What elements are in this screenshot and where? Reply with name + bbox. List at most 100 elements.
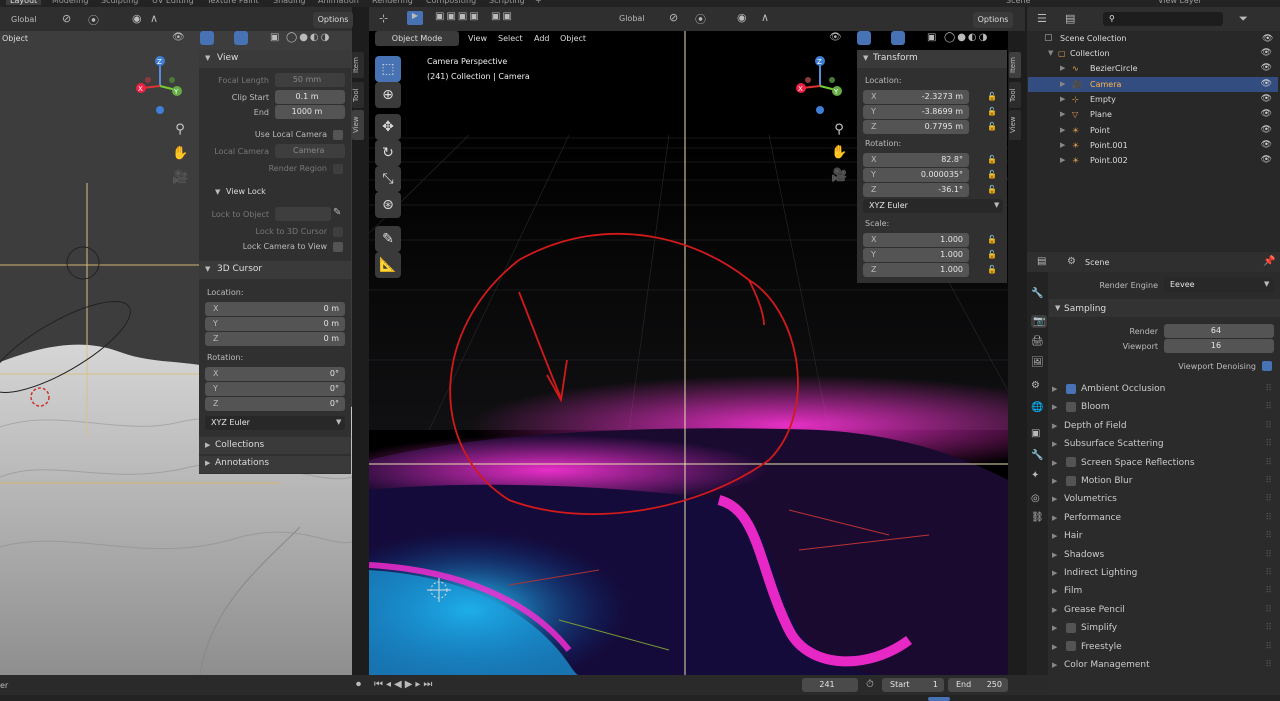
visibility-eye-icon[interactable]: 👁: [1261, 138, 1272, 153]
viewport-denoising-checkbox[interactable]: [1262, 361, 1272, 371]
rotation-y-field[interactable]: Y 0.000035°: [863, 168, 969, 182]
drag-handle-icon[interactable]: ⠿: [1265, 435, 1272, 453]
workspace-tab[interactable]: Texture Paint: [207, 0, 259, 5]
lock-to-object-field[interactable]: [275, 207, 331, 221]
scale-tool-icon[interactable]: ⤡: [375, 166, 401, 192]
panel-grease-pencil[interactable]: ▶ Grease Pencil ⠿: [1052, 601, 1278, 619]
panel-freestyle[interactable]: ▶ Freestyle ⠿: [1052, 638, 1278, 656]
menu-select[interactable]: Select: [498, 34, 523, 43]
panel-ambient-occlusion[interactable]: ▶ Ambient Occlusion ⠿: [1052, 380, 1278, 398]
outliner-row-point-001[interactable]: ▶ ☀ Point.001 👁: [1028, 138, 1278, 153]
rotate-tool-icon[interactable]: ↻: [375, 140, 401, 166]
workspace-tab[interactable]: Modeling: [52, 0, 88, 5]
orientation-dropdown[interactable]: Global: [11, 15, 37, 24]
pin-icon[interactable]: 📌: [1263, 256, 1275, 267]
panel-enable-checkbox[interactable]: [1066, 622, 1076, 633]
zoom-icon[interactable]: ⚲: [831, 122, 847, 137]
cursor-rotation-mode-dropdown[interactable]: XYZ Euler: [205, 416, 345, 430]
panel-screen-space-reflections[interactable]: ▶ Screen Space Reflections ⠿: [1052, 454, 1278, 472]
render-region-checkbox[interactable]: [333, 164, 343, 174]
expand-arrow-icon[interactable]: ▶: [1060, 77, 1065, 92]
world-icon[interactable]: 🌐: [1031, 402, 1043, 413]
editor-type-icon[interactable]: ⊹: [379, 12, 388, 25]
options-dropdown[interactable]: Options: [973, 12, 1013, 28]
cursor-location-z-field[interactable]: Z 0 m: [205, 332, 345, 346]
gizmo-toggle-icon[interactable]: [857, 31, 871, 45]
visibility-eye-icon[interactable]: 👁: [1261, 61, 1272, 76]
drag-handle-icon[interactable]: ⠿: [1265, 417, 1272, 435]
workspace-tab[interactable]: Rendering: [372, 0, 413, 5]
outliner-row-camera[interactable]: ▶ 🎥 Camera 👁: [1028, 76, 1278, 92]
visibility-eye-icon[interactable]: 👁: [1261, 46, 1272, 61]
drag-handle-icon[interactable]: ⠿: [1265, 619, 1272, 637]
measure-tool-icon[interactable]: 📐: [375, 252, 401, 278]
panel-depth-of-field[interactable]: ▶ Depth of Field ⠿: [1052, 417, 1278, 435]
pan-hand-icon[interactable]: ✋: [831, 145, 847, 160]
filter-icon[interactable]: ⏷: [1239, 12, 1248, 26]
record-button-icon[interactable]: ⏺: [356, 679, 361, 690]
end-frame-field[interactable]: End 250: [948, 678, 1008, 692]
drag-handle-icon[interactable]: ⠿: [1265, 601, 1272, 619]
gizmo-toggle-icon[interactable]: [200, 31, 214, 45]
scroll-indicator[interactable]: [928, 697, 950, 701]
rotation-mode-dropdown[interactable]: XYZ Euler: [863, 199, 1003, 213]
panel-film[interactable]: ▶ Film ⠿: [1052, 582, 1278, 600]
lock-icon[interactable]: 🔓: [987, 235, 997, 244]
visibility-eye-icon[interactable]: 👁: [1261, 77, 1272, 92]
expand-arrow-icon[interactable]: ▶: [1060, 107, 1065, 122]
rotation-z-field[interactable]: Z -36.1°: [863, 183, 969, 197]
panel-performance[interactable]: ▶ Performance ⠿: [1052, 509, 1278, 527]
pan-hand-icon[interactable]: ✋: [172, 146, 188, 161]
start-frame-field[interactable]: Start 1: [882, 678, 944, 692]
cursor-location-x-field[interactable]: X 0 m: [205, 302, 345, 316]
view-lock-subpanel[interactable]: View Lock: [226, 187, 266, 196]
cursor-rotation-x-field[interactable]: X 0°: [205, 367, 345, 381]
visibility-icon[interactable]: 👁: [172, 32, 185, 43]
left-tab-tool[interactable]: Tool: [352, 82, 364, 108]
lock-icon[interactable]: 🔓: [987, 92, 997, 101]
drag-handle-icon[interactable]: ⠿: [1265, 380, 1272, 398]
panel-shadows[interactable]: ▶ Shadows ⠿: [1052, 546, 1278, 564]
panel-enable-checkbox[interactable]: [1066, 475, 1076, 486]
snap-icon[interactable]: ⦿: [88, 12, 99, 28]
render-icon[interactable]: 📷: [1031, 315, 1048, 328]
visibility-eye-icon[interactable]: 👁: [1261, 123, 1272, 138]
panel-hair[interactable]: ▶ Hair ⠿: [1052, 527, 1278, 545]
workspace-tab[interactable]: Layout: [6, 0, 42, 5]
location-y-field[interactable]: Y -3.8699 m: [863, 105, 969, 119]
workspace-tab[interactable]: +: [535, 0, 542, 5]
lock-icon[interactable]: 🔓: [987, 185, 997, 194]
outliner-row-point[interactable]: ▶ ☀ Point 👁: [1028, 123, 1278, 138]
panel-enable-checkbox[interactable]: [1066, 401, 1076, 412]
panel-bloom[interactable]: ▶ Bloom ⠿: [1052, 398, 1278, 416]
lock-icon[interactable]: 🔓: [987, 170, 997, 179]
clip-start-field[interactable]: 0.1 m: [275, 90, 345, 104]
expand-arrow-icon[interactable]: ▶: [1060, 123, 1065, 138]
transform-tool-icon[interactable]: ⊛: [375, 192, 401, 218]
outliner-row-plane[interactable]: ▶ ▽ Plane 👁: [1028, 107, 1278, 122]
properties-editor-icon[interactable]: ▤: [1037, 256, 1046, 267]
visibility-eye-icon[interactable]: 👁: [1261, 92, 1272, 107]
falloff-icon[interactable]: ∧: [150, 12, 158, 25]
render-samples-field[interactable]: 64: [1164, 324, 1274, 338]
selection-mode-icons[interactable]: ▣▣▣▣: [435, 11, 481, 22]
visibility-icon[interactable]: 👁: [829, 32, 842, 43]
display-mode-icon[interactable]: ▤: [1065, 12, 1075, 25]
physics-icon[interactable]: ◎: [1031, 493, 1040, 504]
workspace-tab[interactable]: Animation: [318, 0, 359, 5]
panel-enable-checkbox[interactable]: [1066, 457, 1076, 468]
modifier-icon[interactable]: 🔧: [1031, 450, 1043, 461]
menu-add[interactable]: Add: [534, 34, 550, 43]
outliner-row-beziercircle[interactable]: ▶ ∿ BezierCircle 👁: [1028, 61, 1278, 76]
panel-indirect-lighting[interactable]: ▶ Indirect Lighting ⠿: [1052, 564, 1278, 582]
tool-icon[interactable]: 🔧: [1031, 288, 1043, 299]
viewport-samples-field[interactable]: 16: [1164, 339, 1274, 353]
move-tool-icon[interactable]: ✥: [375, 114, 401, 140]
stopwatch-icon[interactable]: ⏱: [866, 679, 874, 690]
center-tab-item[interactable]: Item: [1009, 52, 1021, 78]
panel-color-management[interactable]: ▶ Color Management ⠿: [1052, 656, 1278, 674]
camera-view-icon[interactable]: 🎥: [831, 168, 847, 183]
current-frame-field[interactable]: 241: [802, 678, 858, 692]
shading-modes[interactable]: ◯●◐◑: [286, 32, 331, 43]
cursor-rotation-y-field[interactable]: Y 0°: [205, 382, 345, 396]
